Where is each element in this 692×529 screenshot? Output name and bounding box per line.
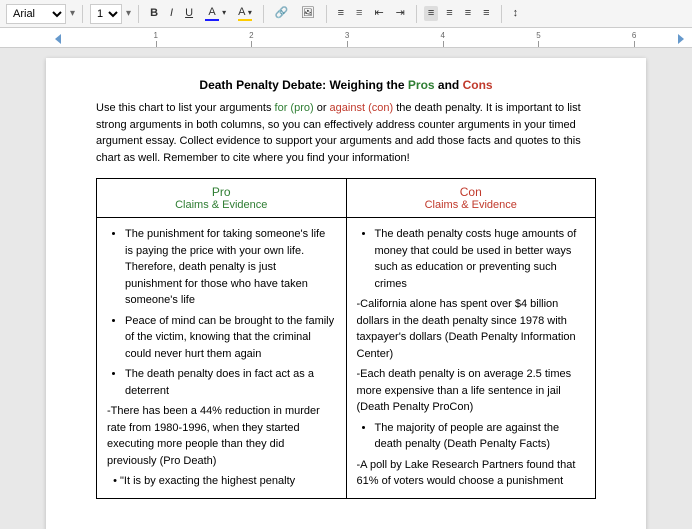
list-ordered-button[interactable]: ≡ [334,6,348,21]
link-button[interactable]: 🔗 [271,6,293,21]
ruler-tick [634,41,635,47]
toolbar-separator-4 [326,5,327,23]
pro-column-header: Pro Claims & Evidence [97,179,347,218]
list-item: The death penalty does in fact act as a … [125,366,336,399]
highlight-button[interactable]: A ▾ [234,5,256,23]
font-color-icon: A [205,7,219,21]
toolbar-separator-1 [82,5,83,23]
intro-for-text: for (pro) [275,102,314,114]
ruler-label: 2 [249,31,253,40]
con-bullet-list: The death penalty costs huge amounts of … [357,226,586,292]
highlight-dropdown-arrow: ▾ [248,8,252,17]
ruler-tick [347,41,348,47]
pro-header-label: Pro [107,185,336,199]
font-color-dropdown-arrow: ▾ [222,8,226,17]
pro-extra-2: • "It is by exacting the highest penalty [107,473,336,490]
highlight-icon: A [238,6,245,18]
underline-button[interactable]: U [181,6,197,21]
con-extra-1: -California alone has spent over $4 bill… [357,296,586,362]
intro-text-start: Use this chart to list your arguments [96,102,275,114]
align-left-button[interactable]: ≡ [424,6,438,21]
italic-button[interactable]: I [166,6,177,21]
document-intro: Use this chart to list your arguments fo… [96,100,596,166]
con-column-header: Con Claims & Evidence [346,179,596,218]
ruler-label: 1 [153,31,157,40]
list-item: Peace of mind can be brought to the fami… [125,313,336,363]
ruler-inner: 1 2 3 4 5 6 [60,28,682,47]
bold-button[interactable]: B [146,6,162,21]
pro-column-content: The punishment for taking someone's life… [97,218,347,499]
ruler-tick [156,41,157,47]
font-family-dropdown-arrow: ▾ [70,8,75,19]
title-cons: Cons [463,78,493,92]
align-right-button[interactable]: ≡ [461,6,475,21]
list-unordered-button[interactable]: ≡ [352,6,366,21]
pro-bullet-list: The punishment for taking someone's life… [107,226,336,399]
con-header-label: Con [357,185,586,199]
list-item: The punishment for taking someone's life… [125,226,336,309]
con-extra-2: -Each death penalty is on average 2.5 ti… [357,366,586,416]
pro-extra-1: -There has been a 44% reduction in murde… [107,403,336,469]
font-size-dropdown-arrow: ▾ [126,8,131,19]
ruler-tick [251,41,252,47]
toolbar-separator-5 [416,5,417,23]
debate-table: Pro Claims & Evidence Con Claims & Evide… [96,178,596,499]
ruler-label: 3 [345,31,349,40]
title-pros: Pros [408,78,435,92]
toolbar-separator-2 [138,5,139,23]
con-extra-3: -A poll by Lake Research Partners found … [357,457,586,490]
indent-increase-button[interactable]: ⇥ [392,6,409,21]
ruler-tick [538,41,539,47]
ruler-label: 5 [536,31,540,40]
ruler: 1 2 3 4 5 6 [0,28,692,48]
title-and: and [435,78,463,92]
align-center-button[interactable]: ≡ [442,6,456,21]
ruler-label: 4 [441,31,445,40]
page: Death Penalty Debate: Weighing the Pros … [46,58,646,529]
con-subheader-label: Claims & Evidence [357,199,586,211]
list-item: The majority of people are against the d… [375,420,586,453]
list-item: The death penalty costs huge amounts of … [375,226,586,292]
con-bullet-list-2: The majority of people are against the d… [357,420,586,453]
intro-mid-text: or [314,102,330,114]
line-spacing-button[interactable]: ↕ [509,6,523,21]
document-area: Death Penalty Debate: Weighing the Pros … [0,48,692,529]
toolbar: Arial ▾ 11 ▾ B I U A ▾ A ▾ 🔗 🖼 ≡ ≡ ⇤ ⇥ ≡… [0,0,692,28]
con-column-content: The death penalty costs huge amounts of … [346,218,596,499]
document-title: Death Penalty Debate: Weighing the Pros … [96,78,596,92]
align-justify-button[interactable]: ≡ [479,6,493,21]
toolbar-separator-6 [501,5,502,23]
ruler-label: 6 [632,31,636,40]
toolbar-separator-3 [263,5,264,23]
font-family-select[interactable]: Arial [6,4,66,24]
ruler-tick [443,41,444,47]
font-size-select[interactable]: 11 [90,4,122,24]
pro-subheader-label: Claims & Evidence [107,199,336,211]
indent-decrease-button[interactable]: ⇤ [370,6,387,21]
title-start: Death Penalty Debate: Weighing the [199,78,407,92]
intro-against-text: against (con) [330,102,394,114]
font-color-button[interactable]: A ▾ [201,5,230,23]
image-button[interactable]: 🖼 [297,6,319,21]
